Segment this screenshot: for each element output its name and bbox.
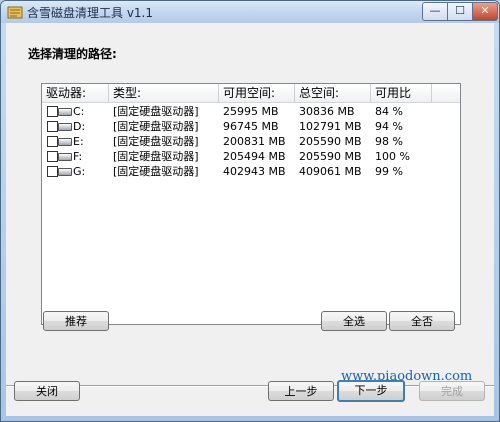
drive-letter: G: <box>73 165 86 178</box>
drive-letter: F: <box>73 150 83 163</box>
next-step-button[interactable]: 下一步 <box>337 380 405 402</box>
title-bar[interactable]: 含雪磁盘清理工具 v1.1 — ☐ ✕ <box>1 1 499 23</box>
drive-free: 200831 MB <box>223 135 286 148</box>
drive-list[interactable]: 驱动器: 类型: 可用空间: 总空间: 可用比 C: [固定硬盘驱动器] 259… <box>41 83 461 325</box>
broom-icon <box>7 4 23 20</box>
column-header-free[interactable]: 可用空间: <box>219 84 295 102</box>
drive-type: [固定硬盘驱动器] <box>113 150 199 163</box>
drive-letter: E: <box>73 135 84 148</box>
maximize-button[interactable]: ☐ <box>447 2 473 21</box>
hard-drive-icon <box>58 168 72 176</box>
drive-checkbox[interactable] <box>47 121 58 132</box>
drive-letter: D: <box>73 120 86 133</box>
drive-total: 102791 MB <box>299 120 362 133</box>
drive-ratio: 100 % <box>375 150 410 163</box>
drive-total: 409061 MB <box>299 165 362 178</box>
app-window: 含雪磁盘清理工具 v1.1 — ☐ ✕ 选择清理的路径: 驱动器: 类型: 可用… <box>0 0 500 422</box>
column-header-total[interactable]: 总空间: <box>295 84 371 102</box>
recommend-button[interactable]: 推荐 <box>43 311 109 331</box>
drive-type: [固定硬盘驱动器] <box>113 135 199 148</box>
drive-free: 205494 MB <box>223 150 286 163</box>
drive-row[interactable]: C: [固定硬盘驱动器] 25995 MB 30836 MB 84 % <box>42 104 460 119</box>
drive-checkbox[interactable] <box>47 166 58 177</box>
drive-free: 96745 MB <box>223 120 279 133</box>
column-header-ratio[interactable]: 可用比 <box>371 84 432 102</box>
drive-letter: C: <box>73 105 85 118</box>
window-title: 含雪磁盘清理工具 v1.1 <box>27 6 154 20</box>
close-window-button[interactable]: ✕ <box>472 2 498 21</box>
drive-row[interactable]: F: [固定硬盘驱动器] 205494 MB 205590 MB 100 % <box>42 149 460 164</box>
drive-ratio: 99 % <box>375 165 403 178</box>
drive-type: [固定硬盘驱动器] <box>113 105 199 118</box>
drive-row[interactable]: G: [固定硬盘驱动器] 402943 MB 409061 MB 99 % <box>42 164 460 179</box>
drive-total: 205590 MB <box>299 135 362 148</box>
drive-checkbox[interactable] <box>47 151 58 162</box>
hard-drive-icon <box>58 153 72 161</box>
column-header-type[interactable]: 类型: <box>109 84 219 102</box>
minimize-button[interactable]: — <box>422 2 448 21</box>
select-none-button[interactable]: 全否 <box>389 311 455 331</box>
hard-drive-icon <box>58 108 72 116</box>
drive-type: [固定硬盘驱动器] <box>113 165 199 178</box>
drive-checkbox[interactable] <box>47 136 58 147</box>
hard-drive-icon <box>58 138 72 146</box>
column-header-drive[interactable]: 驱动器: <box>42 84 109 102</box>
drive-ratio: 84 % <box>375 105 403 118</box>
drive-total: 30836 MB <box>299 105 355 118</box>
page-title: 选择清理的路径: <box>28 47 117 61</box>
drive-free: 25995 MB <box>223 105 279 118</box>
drive-ratio: 98 % <box>375 135 403 148</box>
close-button[interactable]: 关闭 <box>14 381 80 401</box>
hard-drive-icon <box>58 123 72 131</box>
drive-row[interactable]: D: [固定硬盘驱动器] 96745 MB 102791 MB 94 % <box>42 119 460 134</box>
finish-button[interactable]: 完成 <box>419 381 485 401</box>
list-header: 驱动器: 类型: 可用空间: 总空间: 可用比 <box>42 84 460 103</box>
select-all-button[interactable]: 全选 <box>321 311 387 331</box>
drive-ratio: 94 % <box>375 120 403 133</box>
drive-free: 402943 MB <box>223 165 286 178</box>
drive-type: [固定硬盘驱动器] <box>113 120 199 133</box>
drive-total: 205590 MB <box>299 150 362 163</box>
dialog-body: 选择清理的路径: 驱动器: 类型: 可用空间: 总空间: 可用比 C: [固定硬… <box>6 23 494 416</box>
drive-row[interactable]: E: [固定硬盘驱动器] 200831 MB 205590 MB 98 % <box>42 134 460 149</box>
prev-step-button[interactable]: 上一步 <box>268 381 334 401</box>
drive-checkbox[interactable] <box>47 106 58 117</box>
